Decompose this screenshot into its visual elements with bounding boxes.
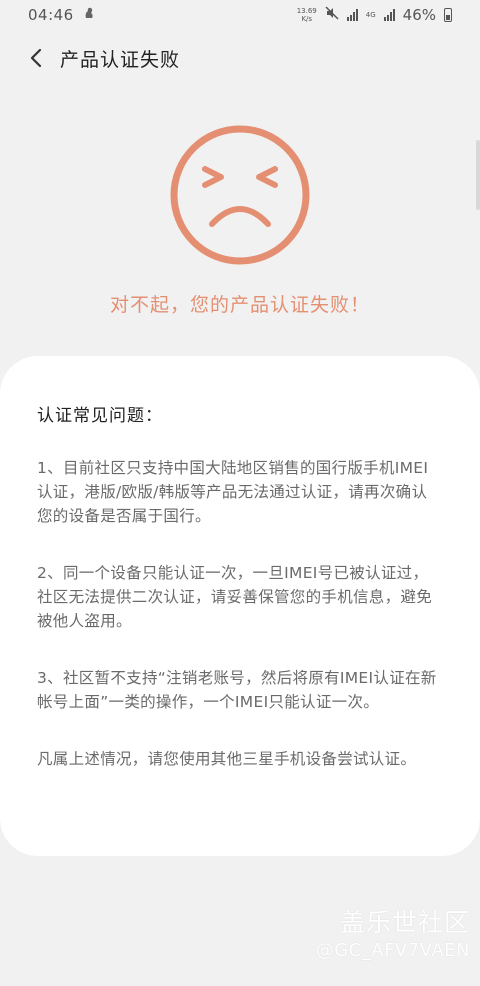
faq-item-3: 3、社区暂不支持“注销老账号，然后将原有IMEI认证在新帐号上面”一类的操作，一… (37, 669, 437, 711)
mute-icon (325, 6, 339, 24)
notification-icon (82, 6, 96, 24)
status-bar: 04:46 13.69 K/s 4G 46% (0, 0, 480, 30)
signal-icon (346, 9, 358, 21)
status-left: 04:46 (28, 6, 96, 24)
battery-percent: 46% (402, 6, 436, 24)
net-speed: 13.69 K/s (297, 7, 317, 23)
faq-item-2: 2、同一个设备只能认证一次，一旦IMEI号已被认证过，社区无法提供二次认证，请妥… (37, 564, 433, 630)
chevron-left-icon (30, 48, 42, 68)
faq-card: 认证常见问题： 1、目前社区只支持中国大陆地区销售的国行版手机IMEI认证，港版… (0, 356, 480, 856)
back-button[interactable] (14, 36, 58, 80)
4g-icon: 4G (365, 10, 376, 19)
faq-title: 认证常见问题： (37, 406, 163, 426)
net-speed-unit: K/s (301, 15, 313, 23)
status-right: 13.69 K/s 4G 46% (297, 6, 452, 24)
watermark-logo: 盖乐世社区 (339, 908, 470, 937)
faq-item-4: 凡属上述情况，请您使用其他三星手机设备尝试认证。 (37, 750, 417, 768)
signal-icon-2 (383, 9, 395, 21)
net-speed-value: 13.69 (296, 7, 317, 15)
watermark-user: @GC_AFV7VAEN (315, 940, 470, 961)
watermark: 盖乐世社区 @GC_AFV7VAEN (316, 906, 470, 962)
faq-item-1: 1、目前社区只支持中国大陆地区销售的国行版手机IMEI认证，港版/欧版/韩版等产… (37, 459, 429, 525)
status-time: 04:46 (28, 6, 74, 24)
sad-face-icon (169, 124, 311, 266)
page-title: 产品认证失败 (60, 48, 181, 71)
scrollbar[interactable] (476, 140, 480, 210)
battery-icon (444, 8, 452, 22)
header: 产品认证失败 (0, 36, 480, 80)
error-message: 对不起，您的产品认证失败！ (109, 294, 370, 316)
